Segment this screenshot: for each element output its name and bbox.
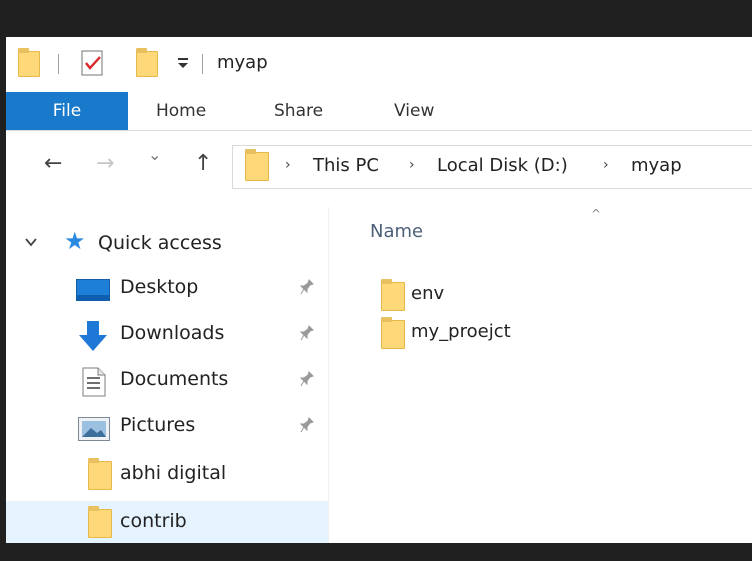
sidebar-item-label: Documents [120, 368, 229, 390]
sidebar-item-contrib[interactable]: contrib [6, 501, 328, 543]
file-name: my_proejct [411, 321, 511, 342]
sidebar-item-pictures[interactable]: Pictures [6, 405, 328, 451]
chevron-right-icon: › [285, 157, 291, 173]
pin-icon[interactable] [299, 279, 314, 299]
navigation-pane: ★ Quick access Desktop Downloads Documen… [6, 207, 328, 543]
tab-file[interactable]: File [6, 92, 128, 130]
folder-icon [245, 149, 269, 181]
navigation-bar: ← → ⌄ ↑ › This PC › Local Disk (D:) › my… [6, 131, 752, 207]
sidebar-item-label: Downloads [120, 322, 225, 344]
file-name: env [411, 283, 445, 304]
title-bar: myap [6, 37, 752, 92]
sidebar-item-desktop[interactable]: Desktop [6, 267, 328, 313]
new-folder-icon[interactable] [136, 48, 158, 77]
chevron-right-icon: › [409, 157, 415, 173]
window-title: myap [217, 52, 268, 73]
tab-view[interactable]: View [394, 92, 434, 130]
pictures-icon [78, 417, 110, 445]
documents-icon [82, 367, 106, 401]
recent-locations-button[interactable]: ⌄ [148, 145, 161, 164]
desktop-icon [76, 279, 110, 305]
forward-button[interactable]: → [96, 151, 114, 176]
toolbar-separator [58, 54, 59, 74]
sidebar-item-downloads[interactable]: Downloads [6, 313, 328, 359]
ribbon-tabs: File Home Share View [6, 92, 752, 131]
file-list-pane: ^ Name env my_proejct [329, 207, 752, 543]
toolbar-separator [202, 54, 203, 74]
chevron-down-icon[interactable] [24, 234, 38, 253]
sidebar-item-abhi-digital[interactable]: abhi digital [6, 453, 328, 499]
folder-icon[interactable] [18, 48, 40, 77]
list-item[interactable]: env [369, 279, 729, 311]
tab-share[interactable]: Share [274, 92, 323, 130]
sidebar-item-label: contrib [120, 510, 187, 532]
pin-icon[interactable] [299, 371, 314, 391]
sidebar-item-label: abhi digital [120, 462, 227, 484]
properties-icon[interactable] [80, 49, 106, 81]
list-item[interactable]: my_proejct [369, 317, 729, 349]
star-icon: ★ [64, 227, 86, 255]
folder-icon [88, 458, 112, 490]
sidebar-item-documents[interactable]: Documents [6, 359, 328, 405]
column-header-name[interactable]: Name [370, 221, 423, 242]
quick-access-node[interactable]: ★ Quick access [6, 223, 328, 269]
folder-icon [381, 317, 405, 349]
sidebar-item-label: Desktop [120, 276, 199, 298]
downloads-icon [76, 319, 110, 357]
tab-home[interactable]: Home [156, 92, 206, 130]
customize-dropdown-icon[interactable] [176, 55, 190, 74]
pin-icon[interactable] [299, 325, 314, 345]
quick-access-label: Quick access [98, 232, 222, 254]
breadcrumb-this-pc[interactable]: This PC [313, 155, 379, 176]
file-explorer-window: myap File Home Share View ← → ⌄ ↑ › This… [6, 37, 752, 543]
address-bar[interactable]: › This PC › Local Disk (D:) › myap [232, 145, 752, 189]
sidebar-item-label: Pictures [120, 414, 196, 436]
pin-icon[interactable] [299, 417, 314, 437]
up-button[interactable]: ↑ [194, 151, 212, 176]
folder-icon [88, 506, 112, 538]
back-button[interactable]: ← [44, 151, 62, 176]
folder-icon [381, 279, 405, 311]
breadcrumb-myap[interactable]: myap [631, 155, 682, 176]
breadcrumb-local-disk[interactable]: Local Disk (D:) [437, 155, 568, 176]
sort-ascending-icon: ^ [591, 207, 602, 221]
chevron-right-icon: › [603, 157, 609, 173]
